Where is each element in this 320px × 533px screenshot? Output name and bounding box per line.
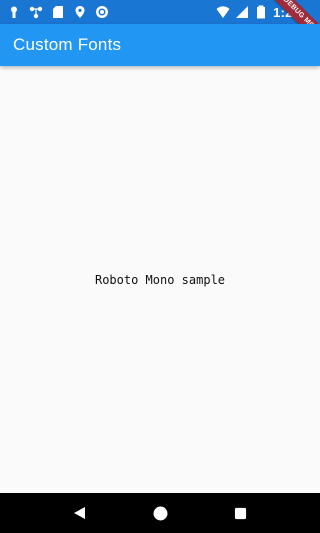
- signal-icon: [235, 5, 249, 19]
- content-area: Roboto Mono sample: [0, 66, 320, 493]
- sd-card-icon: [51, 5, 65, 19]
- circle-target-icon: [95, 5, 109, 19]
- back-icon: [74, 507, 85, 519]
- app-bar: Custom Fonts: [0, 24, 320, 66]
- page-title: Custom Fonts: [13, 35, 122, 54]
- wifi-icon: [216, 5, 230, 19]
- font-sample-text: Roboto Mono sample: [94, 272, 226, 287]
- status-bar: 1:20: [0, 0, 320, 24]
- back-button[interactable]: [65, 498, 95, 528]
- share-nodes-icon: [29, 5, 43, 19]
- home-icon: [153, 506, 167, 520]
- battery-icon: [254, 5, 268, 19]
- recents-icon: [234, 507, 246, 519]
- home-button[interactable]: [145, 498, 175, 528]
- system-nav-bar: [0, 493, 320, 533]
- status-left-icons: [7, 5, 109, 19]
- location-pin-icon: [73, 5, 87, 19]
- recents-button[interactable]: [225, 498, 255, 528]
- keyhole-icon: [7, 5, 21, 19]
